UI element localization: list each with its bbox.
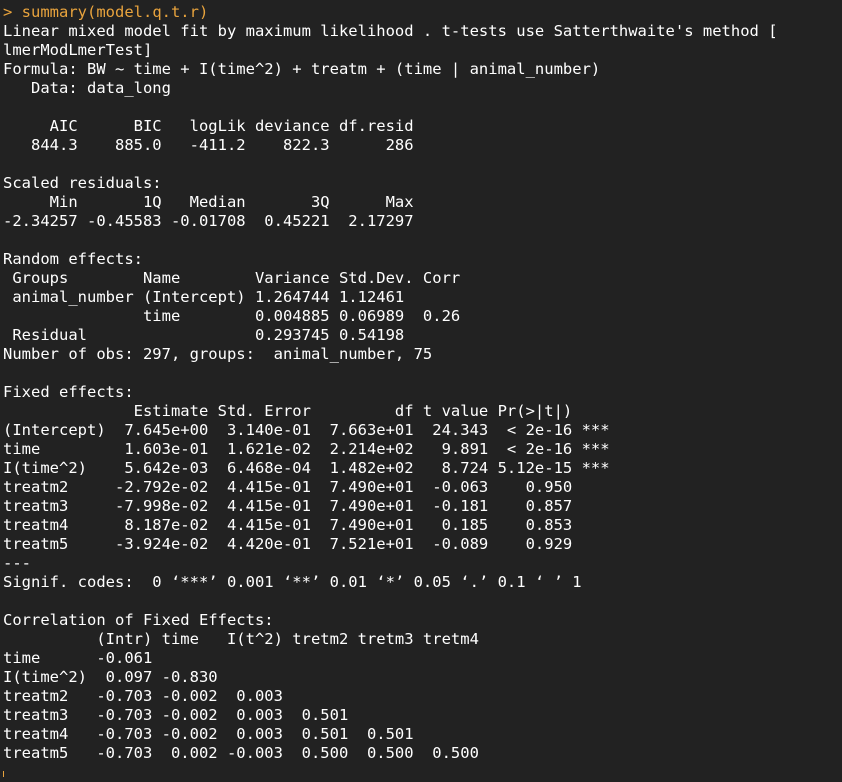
fixed-effects-row: time 1.603e-01 1.621e-02 2.214e+02 9.891… [3,440,610,458]
section-heading: Scaled residuals: [3,174,171,192]
random-effects-row: animal_number (Intercept) 1.264744 1.124… [3,288,461,306]
section-heading: Fixed effects: [3,383,134,401]
signif-codes-line: Signif. codes: 0 ‘***’ 0.001 ‘**’ 0.01 ‘… [3,573,582,591]
fit-stats-header: AIC BIC logLik deviance df.resid [3,117,423,135]
residuals-values: -2.34257 -0.45583 -0.01708 0.45221 2.172… [3,212,423,230]
fit-stats-values: 844.3 885.0 -411.2 822.3 286 [3,136,423,154]
correlation-row: treatm2 -0.703 -0.002 0.003 [3,687,479,705]
data-line: Data: data_long [3,79,171,97]
correlation-row: treatm3 -0.703 -0.002 0.003 0.501 [3,706,479,724]
fixed-effects-row: treatm3 -7.998e-02 4.415e-01 7.490e+01 -… [3,497,610,515]
correlation-row: I(time^2) 0.097 -0.830 [3,668,479,686]
fixed-effects-row: (Intercept) 7.645e+00 3.140e-01 7.663e+0… [3,421,610,439]
fixed-effects-row: treatm2 -2.792e-02 4.415e-01 7.490e+01 -… [3,478,610,496]
input-cursor-line[interactable] [3,763,842,777]
section-heading: Random effects: [3,250,143,268]
console-prompt: > [3,3,22,21]
formula-line: Formula: BW ~ time + I(time^2) + treatm … [3,60,601,78]
random-effects-row: time 0.004885 0.06989 0.26 [3,307,461,325]
correlation-header: (Intr) time I(t^2) tretm2 tretm3 tretm4 [3,630,479,648]
correlation-row: treatm4 -0.703 -0.002 0.003 0.501 0.501 [3,725,479,743]
r-console-output[interactable]: > summary(model.q.t.r) Linear mixed mode… [0,0,842,777]
fixed-effects-row: treatm5 -3.924e-02 4.420e-01 7.521e+01 -… [3,535,610,553]
section-heading: Correlation of Fixed Effects: [3,611,274,629]
obs-groups-line: Number of obs: 297, groups: animal_numbe… [3,345,433,363]
command-text: summary(model.q.t.r) [21,3,209,21]
text-cursor [3,771,4,777]
random-effects-row: Residual 0.293745 0.54198 [3,326,461,344]
fixed-effects-row: treatm4 8.187e-02 4.415e-01 7.490e+01 0.… [3,516,610,534]
output-line: Linear mixed model fit by maximum likeli… [3,22,778,40]
residuals-header: Min 1Q Median 3Q Max [3,193,423,211]
fixed-effects-header: Estimate Std. Error df t value Pr(>|t|) [3,402,610,420]
fixed-effects-row: I(time^2) 5.642e-03 6.468e-04 1.482e+02 … [3,459,610,477]
command-line[interactable]: > summary(model.q.t.r) [3,3,842,22]
random-effects-header: Groups Name Variance Std.Dev. Corr [3,269,461,287]
output-line: lmerModLmerTest] [3,41,153,59]
correlation-row: treatm5 -0.703 0.002 -0.003 0.500 0.500 … [3,744,479,762]
correlation-row: time -0.061 [3,649,479,667]
separator-line: --- [3,554,31,572]
